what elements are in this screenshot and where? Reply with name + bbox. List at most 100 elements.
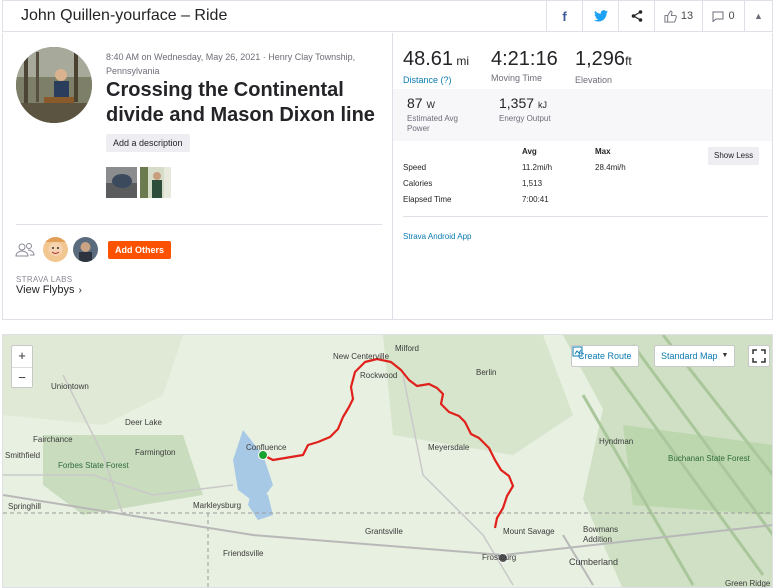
route-icon — [572, 346, 583, 357]
create-route-button[interactable]: Create Route — [571, 345, 639, 367]
map-label: Bowmans Addition — [583, 525, 619, 544]
photo-thumbnail — [140, 167, 171, 198]
table-row: Elapsed Time 7:00:41 — [403, 195, 768, 211]
elevation-value: 1,296 — [575, 48, 626, 70]
route-map[interactable]: + − Create Route Standard Map ▼ Milford … — [2, 334, 773, 588]
map-label: Buchanan State Forest — [668, 454, 750, 463]
map-label: Springhill — [8, 502, 41, 511]
chevron-down-icon: ▼ — [721, 352, 729, 359]
distance-stat: 48.61 mi Distance (?) — [403, 47, 469, 85]
row-avg: 1,513 — [522, 179, 543, 188]
power-stat: 87 W Estimated Avg Power — [407, 95, 477, 134]
collapse-icon: ▲ — [754, 11, 763, 21]
map-label: Uniontown — [51, 382, 89, 391]
comment-button[interactable]: 0 — [702, 1, 744, 31]
map-label: Markleysburg — [193, 501, 242, 510]
activity-header: John Quillen-yourface – Ride f 13 0 ▲ — [2, 0, 773, 32]
map-label: Deer Lake — [125, 418, 162, 427]
athlete-avatar[interactable] — [16, 47, 92, 123]
view-flybys-link[interactable]: View Flybys › — [16, 284, 82, 296]
map-label: Grantsville — [365, 527, 403, 536]
map-label: Green Ridge — [725, 579, 771, 588]
comment-count: 0 — [728, 10, 735, 22]
table-row: Calories 1,513 — [403, 179, 768, 195]
moving-time-value: 4:21:16 — [491, 48, 558, 70]
map-label: New Centerville — [333, 352, 390, 361]
group-athlete-avatar[interactable] — [43, 237, 68, 262]
row-max: 28.4mi/h — [595, 163, 626, 172]
activity-title: Crossing the Continental divide and Maso… — [106, 79, 375, 126]
table-divider — [403, 216, 768, 217]
facebook-icon: f — [562, 8, 567, 24]
avatar-image — [73, 237, 98, 262]
distance-unit: mi — [456, 54, 470, 68]
activity-page: John Quillen-yourface – Ride f 13 0 ▲ 8:… — [0, 0, 773, 588]
strava-labs-label: STRAVA LABS — [16, 275, 73, 284]
moving-time-stat: 4:21:16 Moving Time — [491, 47, 558, 83]
device-link[interactable]: Strava Android App — [403, 232, 472, 241]
group-athlete-avatar[interactable] — [73, 237, 98, 262]
kudos-count: 13 — [680, 10, 694, 22]
twitter-icon — [593, 10, 608, 22]
row-label: Calories — [403, 179, 433, 188]
map-label: Confluence — [246, 443, 287, 452]
map-label: Friendsville — [223, 549, 264, 558]
collapse-button[interactable]: ▲ — [744, 1, 772, 31]
activity-stats-panel: 48.61 mi Distance (?) 4:21:16 Moving Tim… — [393, 33, 773, 320]
elevation-unit: ft — [625, 54, 632, 68]
map-label: Smithfield — [5, 451, 41, 460]
power-label: Estimated Avg Power — [407, 114, 458, 133]
power-unit: W — [426, 100, 435, 110]
zoom-control: + − — [11, 345, 33, 388]
kudos-button[interactable]: 13 — [654, 1, 702, 31]
add-description-button[interactable]: Add a description — [106, 134, 190, 152]
comment-icon — [712, 11, 724, 22]
energy-stat: 1,357 kJ Energy Output — [499, 95, 551, 124]
energy-label: Energy Output — [499, 114, 551, 123]
flybys-label: View Flybys — [16, 284, 75, 296]
map-label: Rockwood — [360, 371, 398, 380]
zoom-out-button[interactable]: − — [12, 367, 32, 388]
twitter-share-button[interactable] — [582, 1, 618, 31]
map-label: Milford — [395, 344, 420, 353]
activity-photo[interactable] — [140, 167, 171, 198]
zoom-in-button[interactable]: + — [12, 346, 32, 367]
fullscreen-button[interactable] — [748, 345, 770, 367]
fullscreen-icon — [752, 349, 766, 363]
map-label: Fairchance — [33, 435, 73, 444]
group-icon — [15, 243, 35, 257]
distance-value: 48.61 — [403, 48, 454, 70]
map-label: Frostburg — [482, 553, 517, 562]
map-label: Berlin — [476, 368, 497, 377]
max-header: Max — [595, 147, 611, 156]
elevation-stat: 1,296ft Elevation — [575, 47, 632, 85]
add-others-button[interactable]: Add Others — [108, 241, 172, 259]
energy-value: 1,357 — [499, 95, 535, 111]
table-row: Speed 11.2mi/h 28.4mi/h — [403, 163, 768, 179]
map-label: Mount Savage — [503, 527, 555, 536]
row-label: Elapsed Time — [403, 195, 452, 204]
section-divider — [16, 224, 382, 225]
map-label: Hyndman — [599, 437, 634, 446]
share-button[interactable] — [618, 1, 654, 31]
map-type-label: Standard Map — [661, 351, 718, 361]
row-avg: 11.2mi/h — [522, 163, 553, 172]
map-label: Farmington — [135, 448, 176, 457]
map-type-select[interactable]: Standard Map ▼ — [654, 345, 736, 367]
map-label: Cumberland — [569, 557, 619, 567]
thumbs-up-icon — [664, 9, 677, 23]
avg-header: Avg — [522, 147, 537, 156]
distance-label[interactable]: Distance (?) — [403, 75, 469, 85]
row-avg: 7:00:41 — [522, 195, 549, 204]
power-value: 87 — [407, 95, 423, 111]
activity-summary-panel: 8:40 AM on Wednesday, May 26, 2021 · Hen… — [2, 33, 393, 320]
facebook-share-button[interactable]: f — [546, 1, 582, 31]
create-route-label: Create Route — [578, 351, 632, 361]
avatar-image — [43, 237, 68, 262]
moving-time-label: Moving Time — [491, 73, 543, 83]
show-less-button[interactable]: Show Less — [708, 147, 760, 165]
avatar-image — [16, 47, 92, 123]
map-label: Forbes State Forest — [58, 461, 129, 470]
activity-photo[interactable] — [106, 167, 137, 198]
row-label: Speed — [403, 163, 427, 172]
